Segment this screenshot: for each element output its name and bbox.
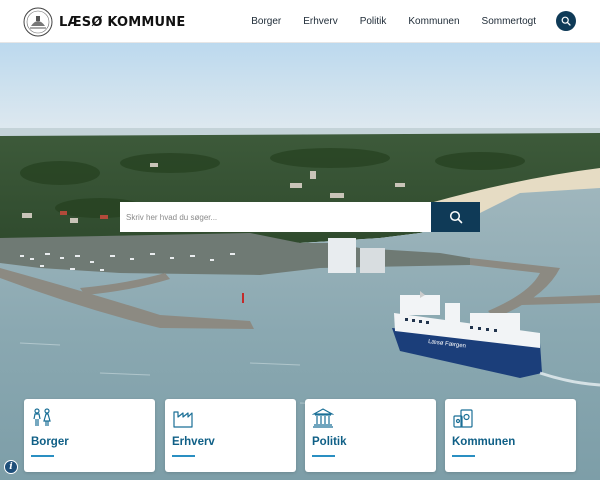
site-logo[interactable]: LÆSØ KOMMUNE [23, 7, 185, 37]
nav-item-politik[interactable]: Politik [360, 16, 387, 27]
card-underline [31, 455, 54, 457]
quick-links: Borger Erhverv Politik Kommunen [24, 399, 576, 472]
site-name: LÆSØ KOMMUNE [59, 14, 186, 30]
card-erhverv[interactable]: Erhverv [165, 399, 296, 472]
people-icon [33, 408, 51, 426]
nav-item-erhverv[interactable]: Erhverv [303, 16, 337, 27]
nav-item-sommertogt[interactable]: Sommertogt [482, 16, 536, 27]
card-label: Politik [312, 436, 347, 448]
buildings-icon [453, 409, 473, 428]
search-input[interactable] [120, 202, 431, 232]
card-underline [172, 455, 195, 457]
factory-icon [173, 411, 193, 428]
card-label: Borger [31, 436, 69, 448]
nav-item-borger[interactable]: Borger [251, 16, 281, 27]
site-header: LÆSØ KOMMUNE Borger Erhverv Politik Komm… [0, 0, 600, 43]
search-icon [561, 16, 571, 26]
header-search-button[interactable] [556, 11, 576, 31]
card-kommunen[interactable]: Kommunen [445, 399, 576, 472]
crest-icon [23, 7, 53, 37]
nav-item-kommunen[interactable]: Kommunen [408, 16, 459, 27]
search-icon [449, 210, 462, 224]
info-icon[interactable]: i [4, 460, 18, 474]
hero-search [120, 202, 480, 232]
card-underline [452, 455, 475, 457]
main-nav: Borger Erhverv Politik Kommunen Sommerto… [251, 0, 536, 43]
card-label: Erhverv [172, 436, 215, 448]
card-borger[interactable]: Borger [24, 399, 155, 472]
card-underline [312, 455, 335, 457]
search-submit-button[interactable] [431, 202, 480, 232]
townhall-icon [312, 408, 334, 428]
card-label: Kommunen [452, 436, 516, 448]
card-politik[interactable]: Politik [305, 399, 436, 472]
